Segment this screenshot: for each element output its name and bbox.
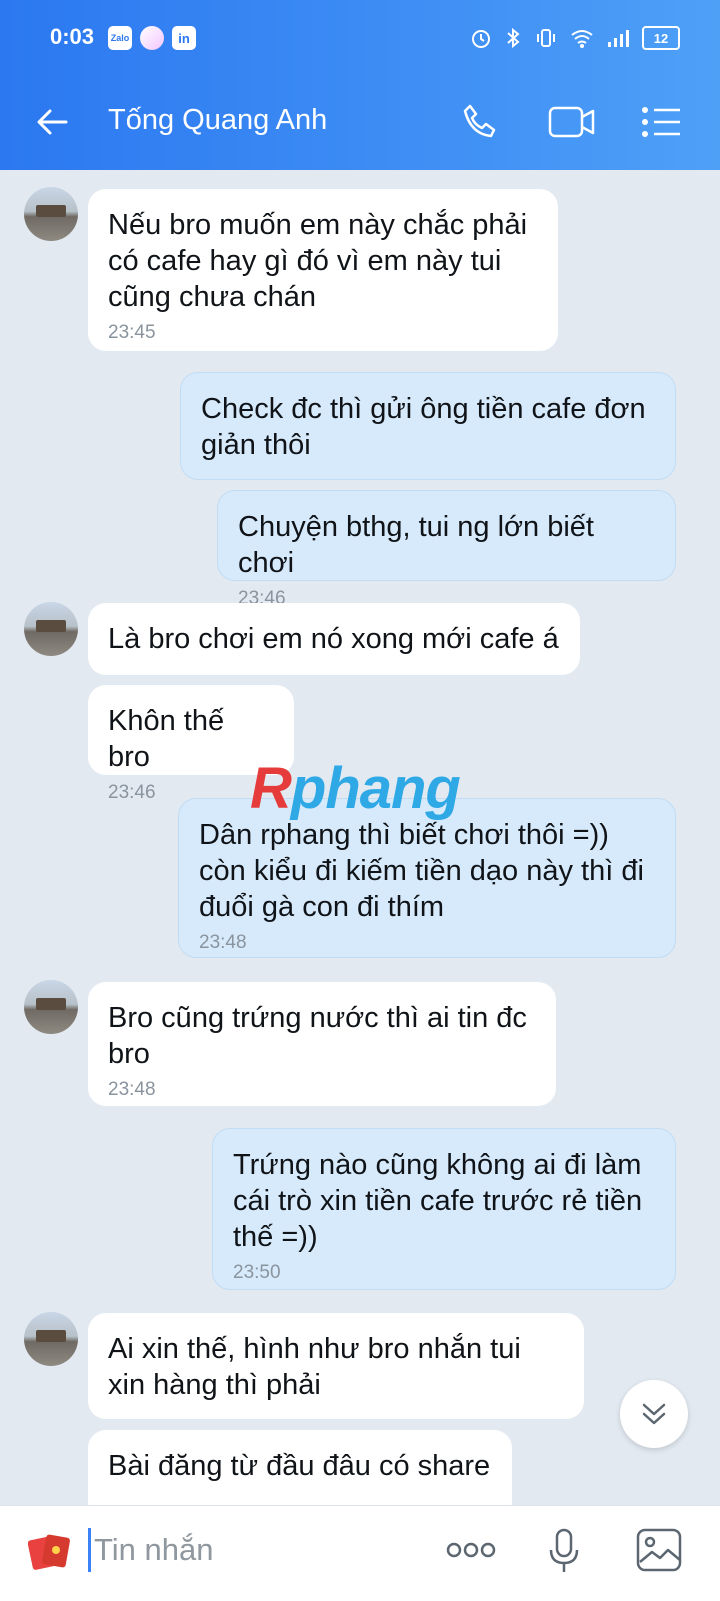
message-input-bar: Tin nhắn <box>0 1505 720 1601</box>
message-outgoing[interactable]: Dân rphang thì biết chơi thôi =)) còn ki… <box>178 798 676 958</box>
linkedin-notification-icon: in <box>172 26 196 50</box>
sticker-icon[interactable] <box>28 1530 72 1574</box>
status-time: 0:03 <box>50 24 95 49</box>
alarm-icon <box>472 30 490 48</box>
message-outgoing[interactable]: Trứng nào cũng không ai đi làm cái trò x… <box>212 1128 676 1290</box>
image-gallery-icon[interactable] <box>636 1528 682 1572</box>
message-text: Trứng nào cũng không ai đi làm cái trò x… <box>233 1149 643 1253</box>
message-input[interactable]: Tin nhắn <box>94 1532 214 1568</box>
message-text: Chuyện bthg, tui ng lớn biết chơi <box>238 511 594 579</box>
message-time: 23:48 <box>108 1079 156 1100</box>
contact-name[interactable]: Tống Quang Anh <box>108 104 327 137</box>
message-incoming[interactable]: Bro cũng trứng nước thì ai tin đc bro 23… <box>88 982 556 1106</box>
message-text: Bro cũng trứng nước thì ai tin đc bro <box>108 1002 527 1070</box>
status-app-icons: Zalo in <box>108 26 196 50</box>
message-time: 23:48 <box>199 932 247 953</box>
battery-icon: 12 <box>642 26 680 50</box>
contact-avatar[interactable] <box>24 187 78 241</box>
message-outgoing[interactable]: Chuyện bthg, tui ng lớn biết chơi 23:46 <box>217 490 676 609</box>
text-cursor <box>88 1528 91 1572</box>
message-text: Bài đăng từ đầu đâu có share <box>108 1450 491 1482</box>
back-arrow-icon[interactable] <box>34 104 70 140</box>
scroll-to-bottom-button[interactable] <box>620 1380 688 1448</box>
app-header: 0:03 Zalo in 12 Tống Quang Anh <box>0 0 720 170</box>
message-time: 23:50 <box>233 1262 281 1283</box>
double-chevron-down-icon <box>642 1403 666 1425</box>
message-incoming[interactable]: Bài đăng từ đầu đâu có share <box>88 1430 512 1505</box>
phone-call-icon[interactable] <box>460 102 500 142</box>
message-time: 23:45 <box>108 322 156 343</box>
status-system-icons: 12 <box>470 26 680 50</box>
message-incoming[interactable]: Ai xin thế, hình như bro nhắn tui xin hà… <box>88 1313 584 1419</box>
message-text: Check đc thì gửi ông tiền cafe đơn giản … <box>201 393 646 461</box>
message-text: Là bro chơi em nó xong mới cafe á <box>108 623 559 655</box>
bluetooth-icon <box>507 27 520 49</box>
message-text: Nếu bro muốn em này chắc phải có cafe ha… <box>108 209 528 313</box>
rphang-watermark: Rphang <box>250 756 461 821</box>
message-incoming[interactable]: Là bro chơi em nó xong mới cafe á <box>88 603 580 675</box>
contact-avatar[interactable] <box>24 980 78 1034</box>
signal-icon <box>608 30 629 47</box>
contact-avatar[interactable] <box>24 1312 78 1366</box>
message-incoming[interactable]: Nếu bro muốn em này chắc phải có cafe ha… <box>88 189 558 351</box>
messenger-notification-icon <box>140 26 164 50</box>
message-outgoing[interactable]: Check đc thì gửi ông tiền cafe đơn giản … <box>180 372 676 480</box>
message-text: Khôn thế bro <box>108 705 225 773</box>
menu-list-icon[interactable] <box>640 102 682 142</box>
microphone-icon[interactable] <box>548 1528 580 1574</box>
message-text: Dân rphang thì biết chơi thôi =)) còn ki… <box>199 819 644 923</box>
message-list[interactable]: Nếu bro muốn em này chắc phải có cafe ha… <box>0 170 720 1505</box>
zalo-notification-icon: Zalo <box>108 26 132 50</box>
more-options-icon[interactable] <box>446 1542 496 1558</box>
message-text: Ai xin thế, hình như bro nhắn tui xin hà… <box>108 1333 521 1401</box>
vibrate-icon <box>537 29 555 47</box>
contact-avatar[interactable] <box>24 602 78 656</box>
wifi-icon <box>571 30 593 48</box>
video-call-icon[interactable] <box>548 102 596 142</box>
